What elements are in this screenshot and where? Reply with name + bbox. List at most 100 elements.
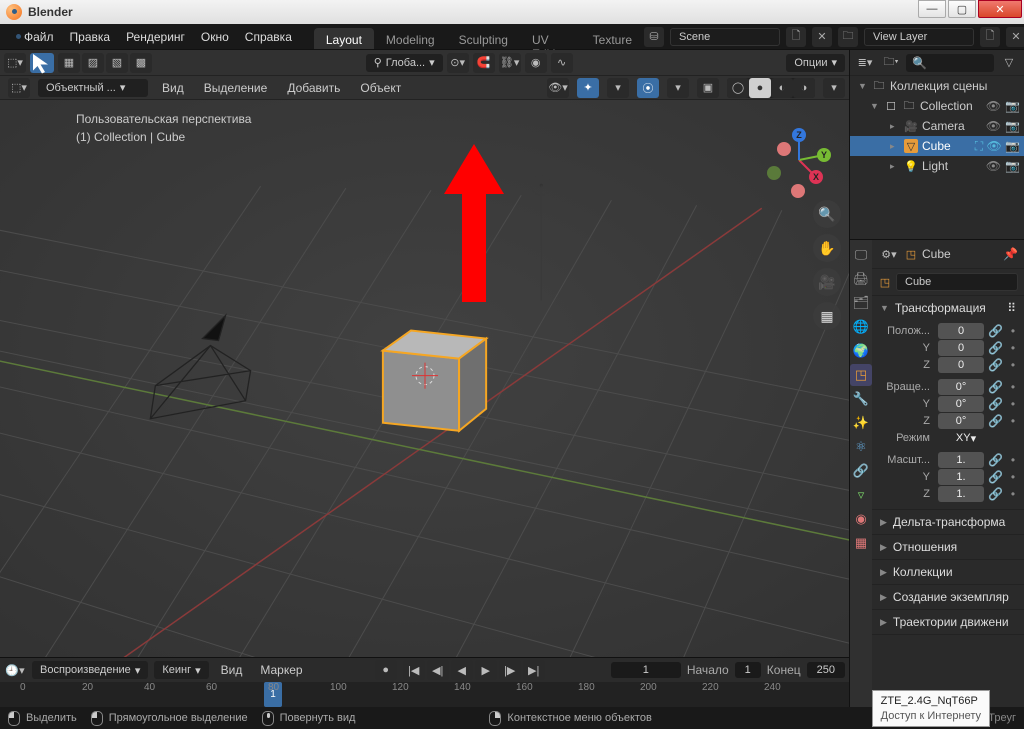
proptab-constraint-icon[interactable]: 🔗 [850,460,872,482]
menu-add[interactable]: Добавить [281,79,346,97]
viewport-3d[interactable]: Пользовательская перспектива (1) Collect… [0,100,849,657]
outliner-search[interactable]: 🔍 [906,54,994,72]
proptab-material-icon[interactable]: ◉ [850,508,872,530]
overlay-dd[interactable]: ▾ [667,78,689,98]
tl-play-rev-icon[interactable]: ◀ [451,660,473,680]
outliner-item-camera[interactable]: ▸🎥Camera 👁 📷 [850,116,1024,136]
viewlayer-delete-icon[interactable]: ✕ [1006,27,1024,47]
xray-toggle[interactable]: ▣ [697,78,719,98]
nav-zoom-icon[interactable]: 🔍 [813,200,841,228]
menu-window[interactable]: Окно [193,26,237,48]
rotation-mode[interactable]: XY ▾ [938,430,994,446]
outliner-display-icon[interactable]: 🗀▾ [880,53,902,73]
proptab-world-icon[interactable]: 🌍 [850,340,872,362]
proptab-scene-icon[interactable]: 🌐 [850,316,872,338]
proptab-object-icon[interactable]: ◳ [850,364,872,386]
menu-object[interactable]: Объект [354,79,407,97]
pin-icon[interactable]: 📌 [1003,247,1018,261]
options-dropdown[interactable]: Опции▾ [786,54,845,72]
scene-browse-icon[interactable]: ⛁ [644,27,664,47]
rot-x[interactable]: 0° [938,379,984,395]
window-maximize-button[interactable]: ▢ [948,0,976,18]
gizmo-dd[interactable]: ▾ [607,78,629,98]
outliner-item-cube[interactable]: ▸▽Cube ⛶ 👁 📷 [850,136,1024,156]
menu-view[interactable]: Вид [156,79,190,97]
nav-camera-icon[interactable]: 🎥 [813,268,841,296]
object-name-field[interactable]: Cube [896,273,1018,291]
tl-editor-icon[interactable]: 🕘▾ [4,660,26,680]
timeline-track[interactable]: 1 020406080100120140160180200220240 [0,682,849,707]
menu-select[interactable]: Выделение [198,79,274,97]
pivot-dropdown[interactable]: ⊙▾ [447,53,469,73]
proptab-texture-icon[interactable]: ▦ [850,532,872,554]
pos-z[interactable]: 0 [938,357,984,373]
panel-motion[interactable]: ▶Траектории движени [872,610,1024,634]
panel-relations[interactable]: ▶Отношения [872,535,1024,559]
select-mode-2[interactable]: ▨ [82,53,104,73]
menu-render[interactable]: Рендеринг [118,26,193,48]
proptab-render-icon[interactable]: 🖵 [850,244,872,266]
tab-texture[interactable]: Texture [581,28,644,49]
tab-modeling[interactable]: Modeling [374,28,447,49]
outliner-collection[interactable]: ▼☐🗀Collection 👁 📷 [850,96,1024,116]
rot-y[interactable]: 0° [938,396,984,412]
scale-z[interactable]: 1. [938,486,984,502]
proptab-mesh-icon[interactable]: ▿ [850,484,872,506]
transform-orientation-dropdown[interactable]: ⚲Глоба...▾ [366,54,443,72]
scene-delete-icon[interactable]: ✕ [812,27,832,47]
tl-play-icon[interactable]: ▶ [475,660,497,680]
proportional-curve-icon[interactable]: ∿ [551,53,573,73]
tl-current-frame[interactable]: 1 [611,662,681,678]
scale-y[interactable]: 1. [938,469,984,485]
menu-edit[interactable]: Правка [62,26,119,48]
tl-jump-end-icon[interactable]: ▶| [523,660,545,680]
panel-delta[interactable]: ▶Дельта-трансформа [872,510,1024,534]
menu-help[interactable]: Справка [237,26,300,48]
shading-wire-icon[interactable]: ◯ [727,78,749,98]
proptab-viewlayer-icon[interactable]: 🗂 [850,292,872,314]
viewlayer-browse-icon[interactable]: 🗀 [838,27,858,47]
viewlayer-field[interactable]: View Layer [864,28,974,46]
proptab-particles-icon[interactable]: ✨ [850,412,872,434]
tl-marker[interactable]: Маркер [254,661,308,679]
select-mode-3[interactable]: ▧ [106,53,128,73]
snap-toggle[interactable]: 🧲 [473,53,495,73]
nav-gizmo[interactable]: X Y Z [769,130,829,190]
editor-type-icon[interactable]: ⬚▾ [4,53,26,73]
outliner-item-light[interactable]: ▸💡Light 👁 📷 [850,156,1024,176]
outliner-filter-icon[interactable]: ▽ [998,53,1020,73]
scale-x[interactable]: 1. [938,452,984,468]
tl-jump-start-icon[interactable]: |◀ [403,660,425,680]
window-close-button[interactable]: ✕ [978,0,1022,18]
panel-instancing[interactable]: ▶Создание экземпляр [872,585,1024,609]
proptab-physics-icon[interactable]: ⚛ [850,436,872,458]
tl-end-field[interactable]: 250 [807,662,845,678]
tl-prev-key-icon[interactable]: ◀| [427,660,449,680]
shading-dd[interactable]: ▾ [823,78,845,98]
rot-z[interactable]: 0° [938,413,984,429]
pos-y[interactable]: 0 [938,340,984,356]
shading-rendered-icon[interactable]: ◑ [793,78,815,98]
panel-transform-header[interactable]: ▼Трансформация⠿ [872,296,1024,320]
snap-dropdown-icon[interactable]: ⛓▾ [499,53,521,73]
props-editor-icon[interactable]: ⚙▾ [878,244,900,264]
window-minimize-button[interactable]: — [918,0,946,18]
tool-cursor-icon[interactable] [30,53,54,73]
viewlayer-new-icon[interactable]: 🗋 [980,27,1000,47]
proportional-edit-icon[interactable]: ◉ [525,53,547,73]
pos-x[interactable]: 0 [938,323,984,339]
tl-autokey-icon[interactable]: ● [375,660,397,680]
visibility-dropdown[interactable]: 👁▾ [547,78,569,98]
nav-pan-icon[interactable]: ✋ [813,234,841,262]
tl-view[interactable]: Вид [215,661,249,679]
scene-new-icon[interactable]: 🗋 [786,27,806,47]
proptab-modifier-icon[interactable]: 🔧 [850,388,872,410]
shading-matprev-icon[interactable]: ◐ [771,78,793,98]
select-mode-1[interactable]: ▦ [58,53,80,73]
tl-keying-dropdown[interactable]: Кеинг▾ [154,661,208,679]
tl-next-key-icon[interactable]: |▶ [499,660,521,680]
tab-layout[interactable]: Layout [314,28,374,49]
mode-dropdown[interactable]: Объектный ...▾ [38,79,148,97]
shading-solid-icon[interactable]: ● [749,78,771,98]
tl-playback-dropdown[interactable]: Воспроизведение▾ [32,661,148,679]
